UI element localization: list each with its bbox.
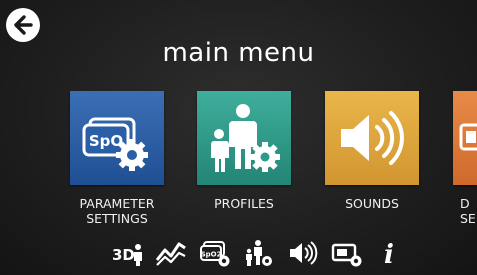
arrow-left-icon xyxy=(14,15,33,35)
display-settings-icon[interactable] xyxy=(330,236,364,270)
tile-label-line1: D xyxy=(460,196,470,211)
tile-display[interactable] xyxy=(453,91,477,185)
speaker-icon xyxy=(341,111,404,165)
back-button[interactable] xyxy=(6,8,40,42)
info-icon[interactable]: i xyxy=(374,236,404,270)
tile-label-line1: PARAMETER xyxy=(79,196,155,211)
tile-label-line2: SETTINGS xyxy=(86,211,148,226)
3d-text: 3D xyxy=(112,246,135,264)
tile-label-line2: SE xyxy=(460,211,476,226)
spo2-settings-small-icon[interactable]: SpO2 xyxy=(198,236,232,270)
speaker-small-icon[interactable] xyxy=(286,236,320,270)
3d-view-icon[interactable]: 3D xyxy=(110,236,146,270)
spo2-small-text: SpO2 xyxy=(201,251,222,259)
tile-label-profiles: PROFILES xyxy=(214,196,274,211)
tile-label-display: D SE xyxy=(460,196,477,226)
tile-parameter-settings[interactable]: SpO xyxy=(70,91,164,185)
profiles-icon xyxy=(211,104,280,172)
tile-label-parameter-settings: PARAMETER SETTINGS xyxy=(60,196,174,226)
profiles-small-icon[interactable] xyxy=(242,236,276,270)
bottom-nav-bar: 3D SpO2 i xyxy=(110,236,410,270)
trends-icon[interactable] xyxy=(154,236,188,270)
display-icon xyxy=(459,123,477,151)
spo2-badge-text: SpO xyxy=(89,132,123,150)
tile-label-sounds: SOUNDS xyxy=(345,196,399,211)
spo2-settings-icon: SpO xyxy=(82,117,148,171)
info-text: i xyxy=(384,240,394,268)
page-title: main menu xyxy=(162,38,315,68)
tile-sounds[interactable] xyxy=(325,91,419,185)
tile-profiles[interactable] xyxy=(197,91,291,185)
